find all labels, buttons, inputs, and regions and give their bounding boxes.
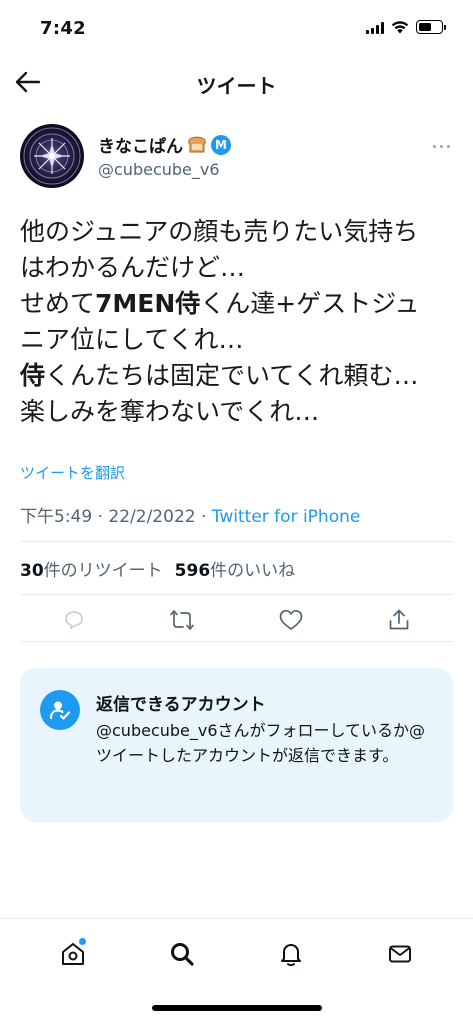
avatar[interactable] xyxy=(20,124,84,188)
likes-stat[interactable]: 596件のいいね xyxy=(175,561,296,581)
tweet-author: きなこぱん M @cubecube_v6 xyxy=(20,124,453,188)
retweets-count: 30 xyxy=(20,561,44,581)
tweet-line: 楽しみを奪わないでくれ… xyxy=(20,397,320,426)
retweet-button[interactable] xyxy=(160,600,204,640)
tweet-stats: 30件のリツイート 596件のいいね xyxy=(20,556,295,581)
bell-icon xyxy=(281,943,302,966)
tweet-text: 他のジュニアの顔も売りたい気持ち はわかるんだけど… せめて7MEN侍くん達+ゲ… xyxy=(20,214,453,430)
share-icon xyxy=(389,609,409,630)
meta-separator: · xyxy=(97,507,103,527)
tweet-line: 他のジュニアの顔も売りたい気持ち xyxy=(20,217,419,246)
reply-permission-description: @cubecube_v6さんがフォローしているか@ツイートしたアカウントが返信で… xyxy=(96,721,426,765)
share-button[interactable] xyxy=(377,600,421,640)
likes-count: 596 xyxy=(174,561,211,581)
nav-search[interactable] xyxy=(152,924,212,984)
meta-separator: · xyxy=(200,507,207,527)
status-icons xyxy=(366,20,446,34)
header: ツイート xyxy=(0,58,473,108)
tweet-bold-text: 侍 xyxy=(20,361,46,390)
author-name[interactable]: きなこぱん xyxy=(98,132,183,157)
divider xyxy=(20,594,453,595)
page-title: ツイート xyxy=(196,74,277,98)
like-button[interactable] xyxy=(269,600,313,640)
reply-button[interactable] xyxy=(52,600,96,640)
tweet-time: 下午5:49 xyxy=(20,507,93,527)
more-dots-icon[interactable] xyxy=(429,138,453,154)
nav-notifications[interactable] xyxy=(261,924,321,984)
wifi-icon xyxy=(391,20,409,33)
tweet-source-link[interactable]: Twitter for iPhone xyxy=(212,507,361,527)
reply-permission-card: 返信できるアカウント @cubecube_v6さんがフォローしているか@ツイート… xyxy=(20,668,453,822)
tweet-date: 22/2/2022 xyxy=(108,507,196,527)
heart-icon xyxy=(279,609,302,630)
tweet-actions xyxy=(20,600,453,640)
nav-home[interactable] xyxy=(43,924,103,984)
bottom-nav xyxy=(0,918,473,988)
user-check-icon xyxy=(49,701,71,720)
tweet-meta: 下午5:49 · 22/2/2022 · Twitter for iPhone xyxy=(20,502,360,527)
status-bar: 7:42 xyxy=(0,0,473,58)
signal-icon xyxy=(366,21,384,34)
tweet-line: 侍くんたちは固定でいてくれ頼む… xyxy=(20,358,453,394)
search-icon xyxy=(170,942,194,966)
home-indicator xyxy=(152,1005,322,1011)
mail-icon xyxy=(389,945,412,962)
tweet-line: はわかるんだけど… xyxy=(20,253,246,282)
tweet-text-segment: くん達+ゲストジュ xyxy=(200,289,420,318)
reply-permission-title: 返信できるアカウント xyxy=(96,695,266,715)
avatar-image xyxy=(23,127,81,185)
home-notification-dot xyxy=(78,937,86,945)
tweet-text-segment: せめて xyxy=(20,289,96,318)
status-time: 7:42 xyxy=(40,18,86,39)
retweets-stat[interactable]: 30件のリツイート xyxy=(20,561,163,581)
tweet-line: せめて7MEN侍くん達+ゲストジュ xyxy=(20,286,453,322)
author-name-row: きなこぱん M xyxy=(98,132,231,157)
retweet-icon xyxy=(170,610,195,630)
tweet-line: ニア位にしてくれ… xyxy=(20,325,244,354)
author-handle[interactable]: @cubecube_v6 xyxy=(98,160,220,179)
tweet-text-segment: くんたちは固定でいてくれ頼む… xyxy=(45,361,419,390)
retweets-label: 件のリツイート xyxy=(43,561,163,581)
battery-icon xyxy=(416,20,446,34)
divider xyxy=(20,541,453,542)
likes-label: 件のいいね xyxy=(210,561,296,581)
tweet-bold-text: 7MEN侍 xyxy=(95,289,201,318)
translate-tweet-link[interactable]: ツイートを翻訳 xyxy=(20,462,125,483)
nav-messages[interactable] xyxy=(370,924,430,984)
reply-permission-icon xyxy=(40,690,80,730)
reply-icon xyxy=(65,611,83,630)
divider xyxy=(20,641,453,642)
m-badge-icon: M xyxy=(211,134,231,155)
bread-icon xyxy=(188,136,206,152)
